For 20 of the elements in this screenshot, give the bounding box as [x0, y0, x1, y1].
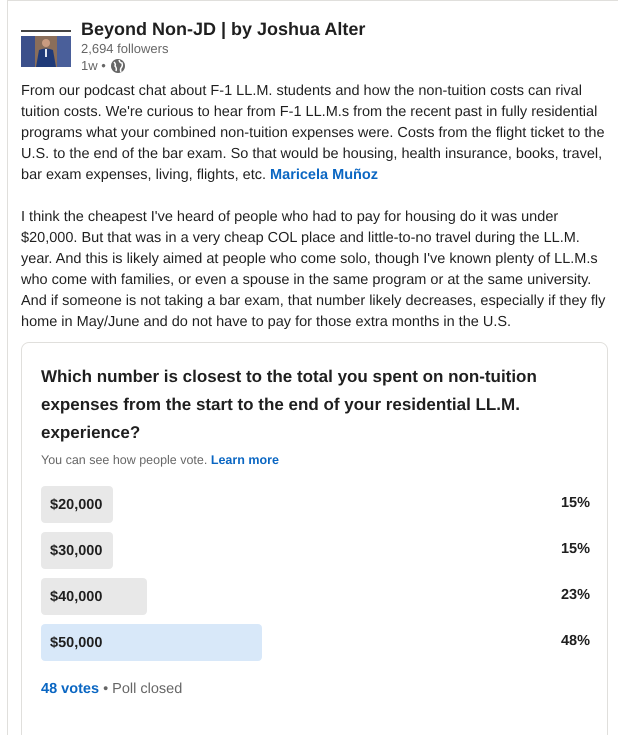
option-label: $50,000: [50, 634, 102, 653]
poll-note: You can see how people vote.: [41, 453, 208, 467]
learn-more-link[interactable]: Learn more: [210, 453, 279, 467]
option-percent: 48%: [560, 632, 590, 652]
option-percent: 15%: [560, 540, 590, 560]
option-label: $30,000: [50, 542, 102, 561]
option-percent: 15%: [560, 494, 590, 514]
votes-link[interactable]: 48 votes: [41, 680, 100, 697]
follower-count: 2,694 followers: [81, 41, 170, 57]
mention-link[interactable]: Maricela Muñoz: [270, 167, 378, 183]
poll-status: • Poll closed: [103, 680, 182, 697]
option-label: $20,000: [50, 496, 102, 515]
option-label: $40,000: [50, 588, 102, 607]
author-name[interactable]: Beyond Non-JD | by Joshua Alter: [81, 17, 366, 41]
post-paragraph: I think the cheapest I've heard of people who had to pay for housing do it was under $20,000. But that was in a very cheap COL place and little-to-no travel during the LL.M. year. And this is likely aimed at people who come solo, though I've known plenty of LL.M.s who come with families, or even a spouse in the same program or at the same university. And if someone is not taking a bar exam, that number likely decreases, especially if they fly home in May/June and do not have to pay for those extra months in the U.S.: [21, 208, 606, 332]
post-text: From our podcast chat about F-1 LL.M. students and how the non-tuition costs can rival tuition costs. We're curious to hear from F-1 LL.M.s from the recent past in fully residential programs what your combined non-tuition expenses were. Costs from the flight ticket to the U.S. to the end of the bar exam. So that would be housing, health insurance, books, travel, bar exam expenses, living, flights, etc. Maricela Muñoz: [21, 82, 606, 185]
option-percent: 23%: [560, 586, 590, 606]
poll-question: Which number is closest to the total you spent on non-tuition expenses from the start to the end of your residential LL.M. experience?: [41, 366, 538, 444]
post-time: 1w •: [81, 57, 106, 75]
globe-icon: [110, 58, 126, 74]
